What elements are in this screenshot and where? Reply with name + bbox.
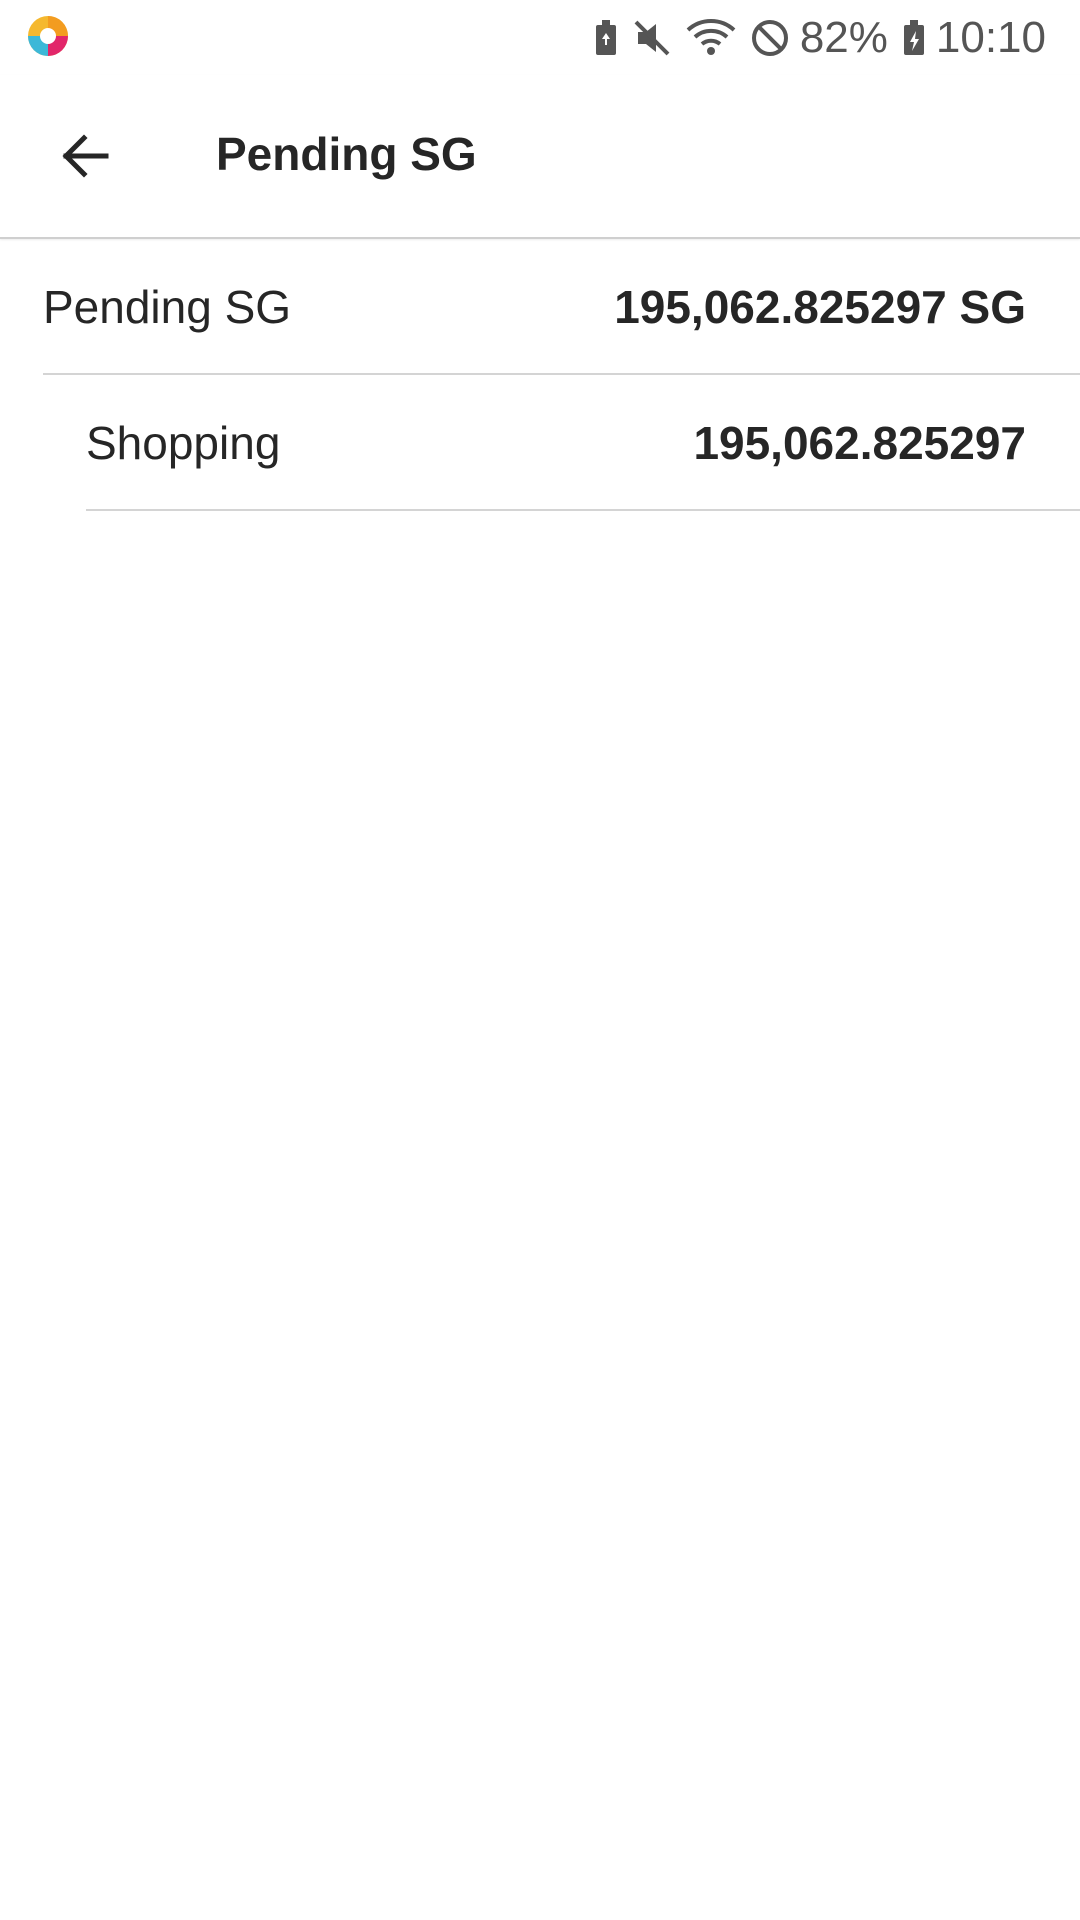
page-title: Pending SG bbox=[216, 128, 477, 180]
list-item-shopping: Shopping 195,062.825297 bbox=[0, 375, 1080, 511]
list-item-value: 195,062.825297 SG bbox=[614, 281, 1026, 333]
battery-charging-icon bbox=[903, 20, 924, 55]
back-button[interactable] bbox=[44, 116, 124, 196]
app-bar: Pending SG bbox=[0, 75, 1080, 239]
list-item-value: 195,062.825297 bbox=[693, 417, 1026, 469]
status-bar: 82% 10:10 bbox=[0, 0, 1080, 75]
wifi-icon bbox=[686, 19, 736, 55]
status-time: 10:10 bbox=[935, 13, 1046, 62]
list-item-label: Shopping bbox=[86, 417, 281, 469]
list-item-label: Pending SG bbox=[43, 281, 292, 333]
battery-saver-icon bbox=[595, 20, 616, 55]
status-icons: 82% 10:10 bbox=[580, 10, 1046, 66]
list-item-pending-sg: Pending SG 195,062.825297 SG bbox=[0, 239, 1080, 375]
divider bbox=[86, 509, 1080, 511]
app-logo-icon bbox=[28, 16, 68, 56]
pending-sg-list: Pending SG 195,062.825297 SG Shopping 19… bbox=[0, 239, 1080, 511]
mute-icon bbox=[634, 20, 670, 56]
do-not-disturb-icon bbox=[751, 20, 788, 56]
arrow-back-icon bbox=[62, 134, 109, 178]
battery-percent: 82% bbox=[799, 13, 888, 62]
